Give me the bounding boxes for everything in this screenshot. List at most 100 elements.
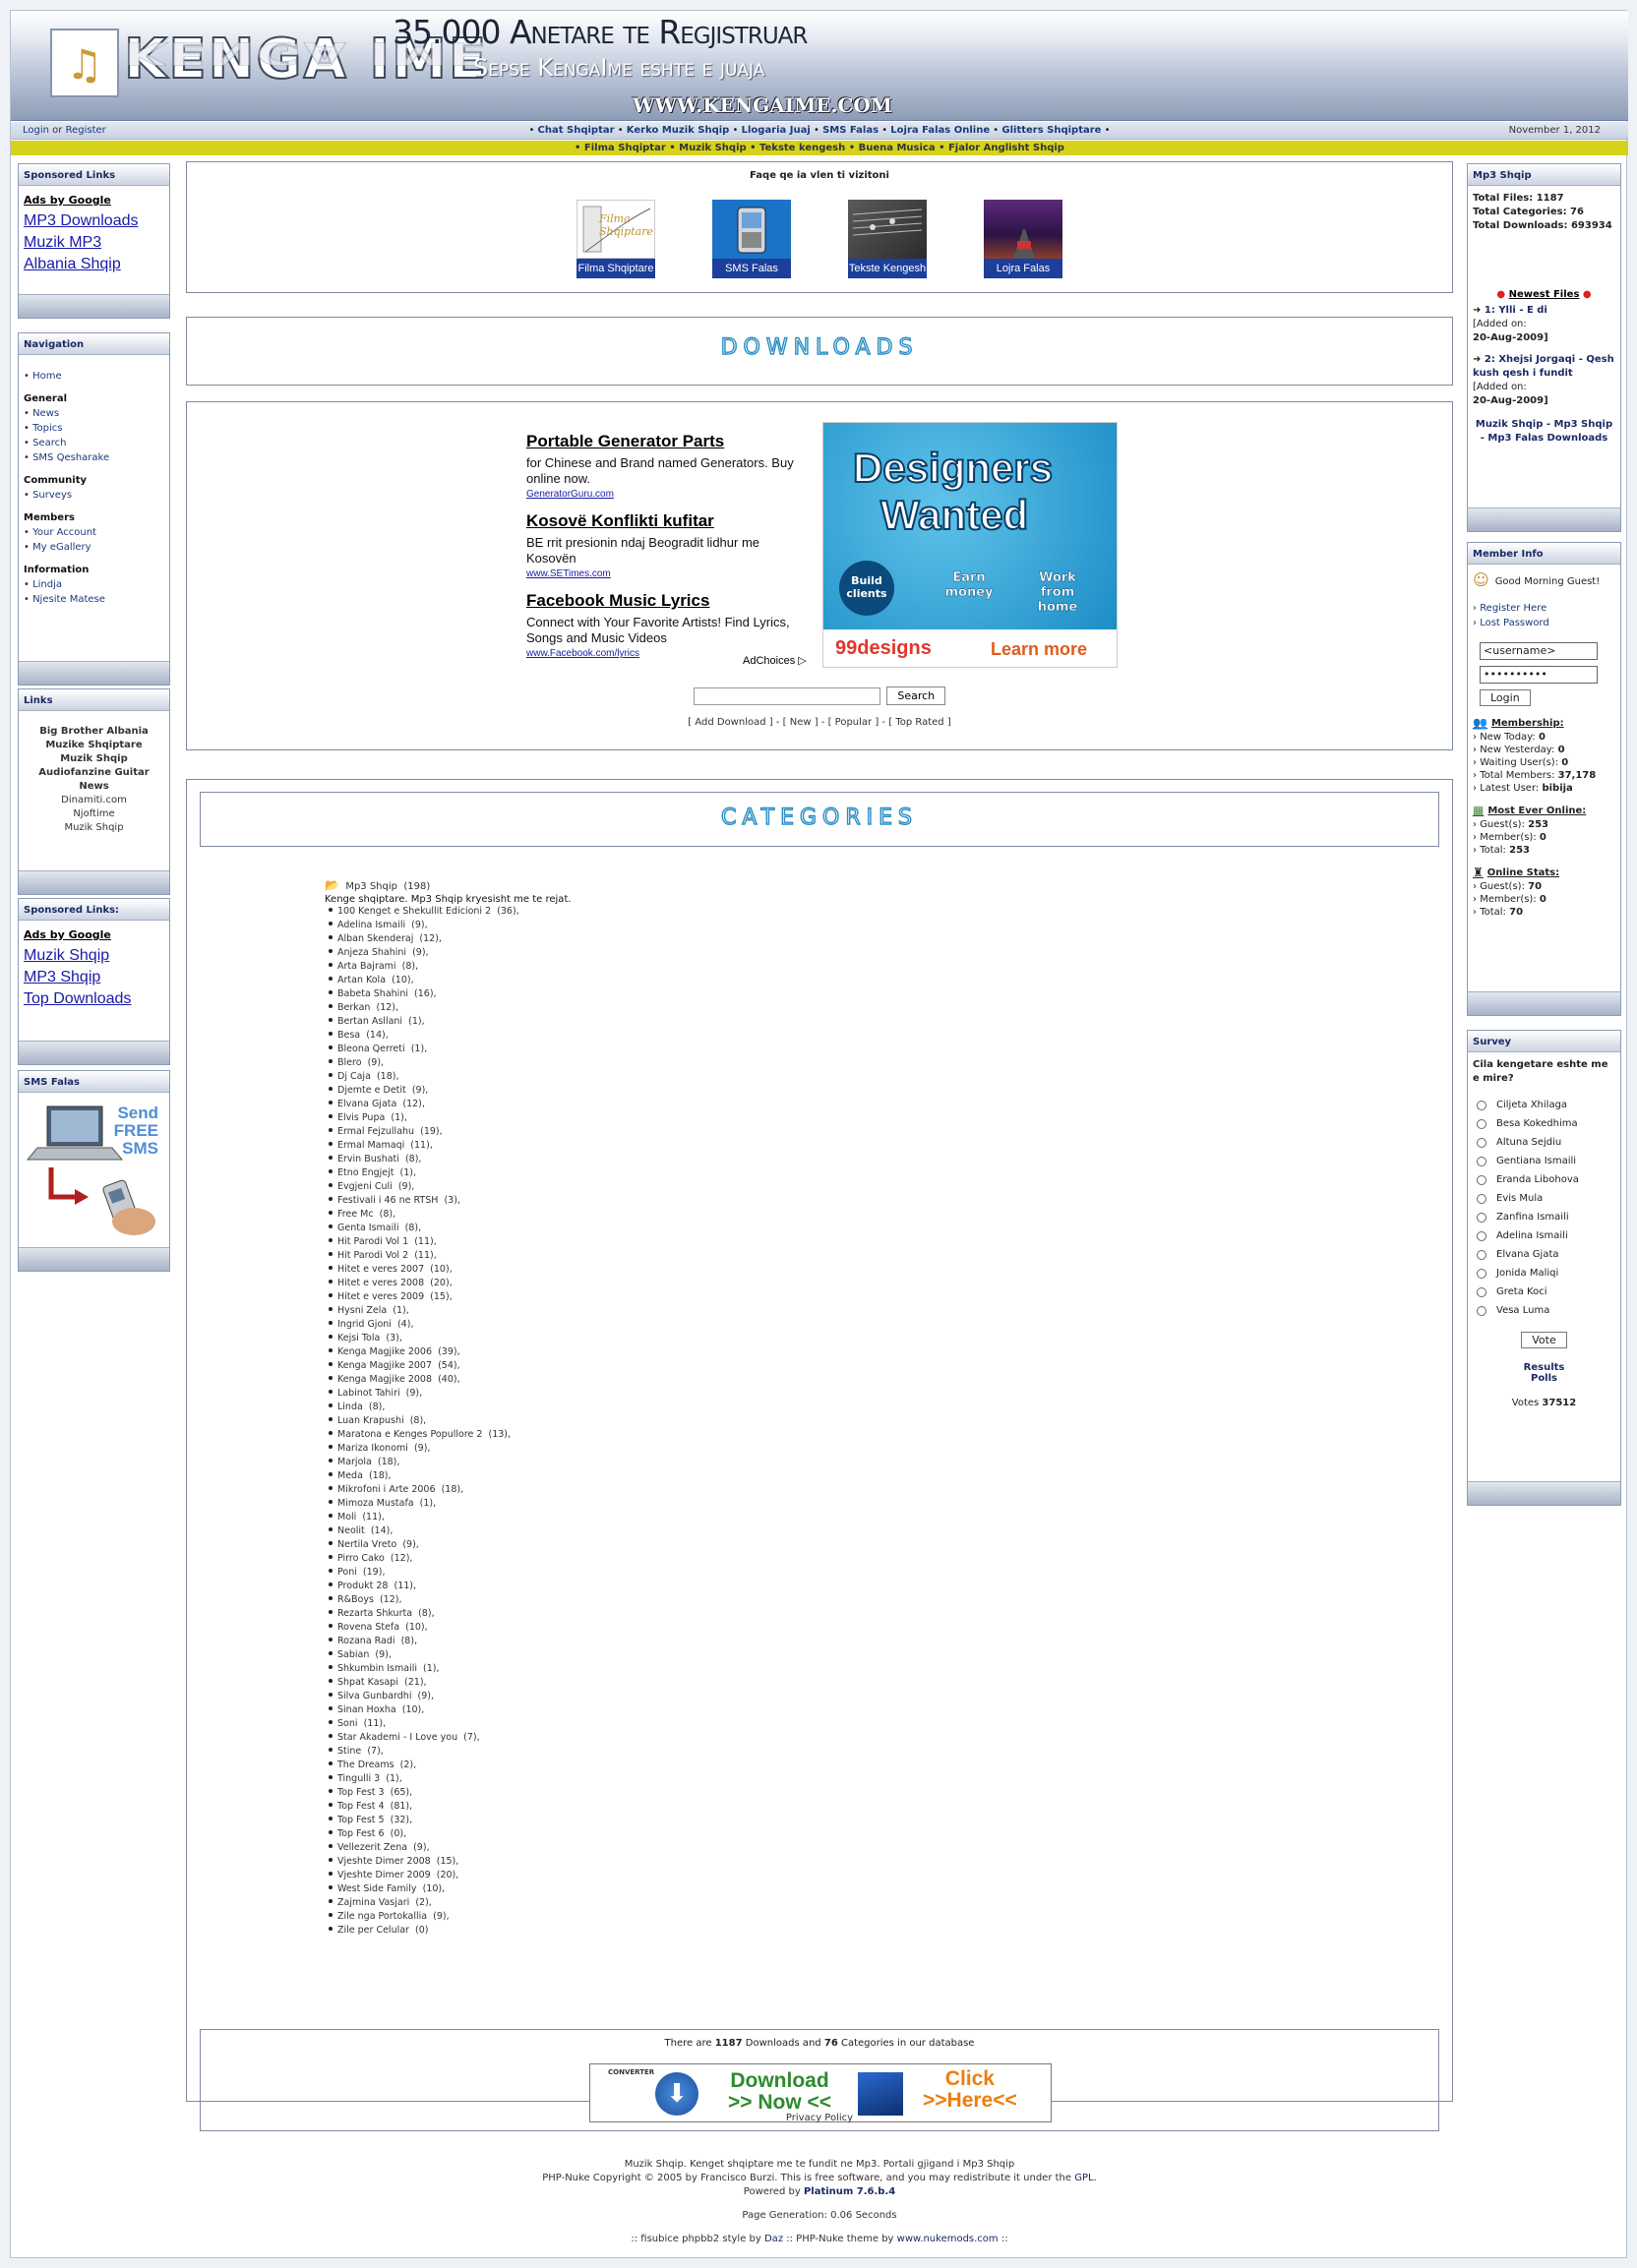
ad-title-facebook[interactable]: Facebook Music Lyrics [526, 591, 807, 611]
subcategory-link[interactable]: Maratona e Kenges Popullore 2 [337, 1429, 482, 1440]
survey-option[interactable]: Zanfina Ismaili [1477, 1212, 1615, 1223]
subcategory-item[interactable]: Rezarta Shkurta (8), [325, 1607, 572, 1621]
nav-njesite-matese[interactable]: Njesite Matese [32, 594, 105, 605]
survey-option[interactable]: Elvana Gjata [1477, 1249, 1615, 1260]
subcategory-link[interactable]: Kenga Magjike 2006 [337, 1346, 432, 1357]
visit-filma[interactable]: Filma Shqiptare Filma Shqiptare [576, 200, 655, 278]
survey-option[interactable]: Gentiana Ismaili [1477, 1156, 1615, 1166]
subcategory-item[interactable]: Linda (8), [325, 1401, 572, 1414]
subcategory-link[interactable]: Festivali i 46 ne RTSH [337, 1195, 438, 1206]
subcategory-link[interactable]: Top Fest 4 [337, 1801, 385, 1812]
ad-link-mp3-shqip[interactable]: MP3 Shqip [24, 969, 164, 986]
subcategory-item[interactable]: Djemte e Detit (9), [325, 1084, 572, 1098]
subcategory-item[interactable]: Top Fest 3 (65), [325, 1786, 572, 1800]
link-njoftime[interactable]: Njoftime [73, 808, 114, 819]
subcategory-item[interactable]: Hit Parodi Vol 2 (11), [325, 1249, 572, 1263]
subcategory-link[interactable]: Hitet e veres 2008 [337, 1278, 424, 1288]
subcategory-item[interactable]: Labinot Tahiri (9), [325, 1387, 572, 1401]
subcategory-link[interactable]: Mikrofoni i Arte 2006 [337, 1484, 436, 1495]
subcategory-item[interactable]: Top Fest 6 (0), [325, 1827, 572, 1841]
subcategory-link[interactable]: Ermal Mamaqi [337, 1140, 404, 1151]
subcategory-link[interactable]: Pirro Cako [337, 1553, 385, 1564]
subcategory-item[interactable]: Free Mc (8), [325, 1208, 572, 1222]
link-tekste[interactable]: Tekste kengesh [759, 143, 845, 153]
ad-title-generator[interactable]: Portable Generator Parts [526, 432, 807, 451]
top-link-sms[interactable]: SMS Falas [822, 125, 879, 136]
link-muzik-shqip-2[interactable]: Muzik Shqip [64, 822, 123, 833]
newest-file-2[interactable]: 2: Xhejsi Jorgaqi - Qesh kush qesh i fun… [1473, 354, 1614, 379]
subcategory-link[interactable]: Dj Caja [337, 1071, 371, 1082]
radio-button[interactable] [1477, 1118, 1486, 1129]
subcategory-link[interactable]: Artan Kola [337, 975, 386, 985]
subcategory-item[interactable]: Bleona Qerreti (1), [325, 1043, 572, 1056]
subcategory-item[interactable]: Zile per Celular (0) [325, 1924, 572, 1938]
subcategory-item[interactable]: Ermal Mamaqi (11), [325, 1139, 572, 1153]
subcategory-item[interactable]: Rozana Radi (8), [325, 1635, 572, 1648]
survey-option[interactable]: Altuna Sejdiu [1477, 1137, 1615, 1148]
radio-button[interactable] [1477, 1212, 1486, 1223]
subcategory-item[interactable]: Elvis Pupa (1), [325, 1111, 572, 1125]
adchoices-link[interactable]: AdChoices ▷ [743, 654, 807, 667]
subcategory-item[interactable]: Anjeza Shahini (9), [325, 946, 572, 960]
top-link-lojra[interactable]: Lojra Falas Online [890, 125, 990, 136]
subcategory-item[interactable]: Bertan Asllani (1), [325, 1015, 572, 1029]
radio-button[interactable] [1477, 1230, 1486, 1241]
subcategory-link[interactable]: Vjeshte Dimer 2008 [337, 1856, 431, 1867]
subcategory-link[interactable]: Berkan [337, 1002, 370, 1013]
subcategory-link[interactable]: Kejsi Tola [337, 1333, 380, 1343]
subcategory-item[interactable]: Genta Ismaili (8), [325, 1222, 572, 1235]
subcategory-link[interactable]: Luan Krapushi [337, 1415, 404, 1426]
subcategory-item[interactable]: Star Akademi - I Love you (7), [325, 1731, 572, 1745]
subcategory-link[interactable]: 100 Kenget e Shekullit Edicioni 2 [337, 906, 491, 917]
new-link[interactable]: New [790, 717, 812, 728]
subcategory-link[interactable]: Rezarta Shkurta [337, 1608, 412, 1619]
subcategory-link[interactable]: Hitet e veres 2009 [337, 1291, 424, 1302]
subcategory-item[interactable]: Rovena Stefa (10), [325, 1621, 572, 1635]
subcategory-item[interactable]: Shpat Kasapi (21), [325, 1676, 572, 1690]
ad-url[interactable]: www.SETimes.com [526, 568, 807, 579]
download-search-input[interactable] [693, 686, 880, 705]
nav-my-egallery[interactable]: My eGallery [32, 542, 91, 553]
subcategory-link[interactable]: Poni [337, 1567, 357, 1578]
subcategory-item[interactable]: Ermal Fejzullahu (19), [325, 1125, 572, 1139]
subcategory-link[interactable]: Ermal Fejzullahu [337, 1126, 414, 1137]
subcategory-item[interactable]: 100 Kenget e Shekullit Edicioni 2 (36), [325, 905, 572, 919]
subcategory-item[interactable]: Top Fest 4 (81), [325, 1800, 572, 1814]
subcategory-link[interactable]: Top Fest 3 [337, 1787, 385, 1798]
privacy-policy-link[interactable]: Privacy Policy [786, 2113, 853, 2123]
subcategory-link[interactable]: Arta Bajrami [337, 961, 396, 972]
ads-by-google-link[interactable]: Ads by Google [24, 928, 164, 941]
subcategory-link[interactable]: Vjeshte Dimer 2009 [337, 1870, 431, 1880]
subcategory-link[interactable]: Mimoza Mustafa [337, 1498, 414, 1509]
subcategory-item[interactable]: Alban Skenderaj (12), [325, 932, 572, 946]
ads-by-google-link[interactable]: Ads by Google [24, 194, 164, 207]
subcategory-link[interactable]: Bleona Qerreti [337, 1044, 405, 1054]
visit-lojra[interactable]: Lojra Falas [984, 200, 1062, 278]
link-dinamiti[interactable]: Dinamiti.com [61, 795, 127, 806]
subcategory-link[interactable]: Labinot Tahiri [337, 1388, 400, 1399]
subcategory-link[interactable]: Alban Skenderaj [337, 933, 413, 944]
subcategory-link[interactable]: Djemte e Detit [337, 1085, 406, 1096]
link-muzik-shqip[interactable]: Muzik Shqip [60, 753, 128, 764]
radio-button[interactable] [1477, 1156, 1486, 1166]
subcategory-item[interactable]: Evgjeni Culi (9), [325, 1180, 572, 1194]
ad-link-top-downloads[interactable]: Top Downloads [24, 990, 164, 1008]
subcategory-item[interactable]: Adelina Ismaili (9), [325, 919, 572, 932]
subcategory-item[interactable]: Luan Krapushi (8), [325, 1414, 572, 1428]
subcategory-item[interactable]: Etno Engjejt (1), [325, 1166, 572, 1180]
link-fjalor[interactable]: Fjalor Anglisht Shqip [948, 143, 1064, 153]
subcategory-link[interactable]: Nertila Vreto [337, 1539, 396, 1550]
subcategory-item[interactable]: Produkt 28 (11), [325, 1580, 572, 1593]
nav-search[interactable]: Search [32, 438, 66, 448]
subcategory-link[interactable]: Top Fest 5 [337, 1815, 385, 1825]
top-link-kerko[interactable]: Kerko Muzik Shqip [627, 125, 730, 136]
nav-news[interactable]: News [32, 408, 59, 419]
subcategory-link[interactable]: Shkumbin Ismaili [337, 1663, 417, 1674]
subcategory-item[interactable]: Arta Bajrami (8), [325, 960, 572, 974]
subcategory-link[interactable]: Top Fest 6 [337, 1828, 385, 1839]
sms-ad-banner[interactable]: Send FREE SMS [24, 1099, 164, 1242]
subcategory-link[interactable]: Adelina Ismaili [337, 920, 405, 930]
subcategory-link[interactable]: Kenga Magjike 2007 [337, 1360, 432, 1371]
subcategory-link[interactable]: Hysni Zela [337, 1305, 387, 1316]
subcategory-item[interactable]: Meda (18), [325, 1469, 572, 1483]
